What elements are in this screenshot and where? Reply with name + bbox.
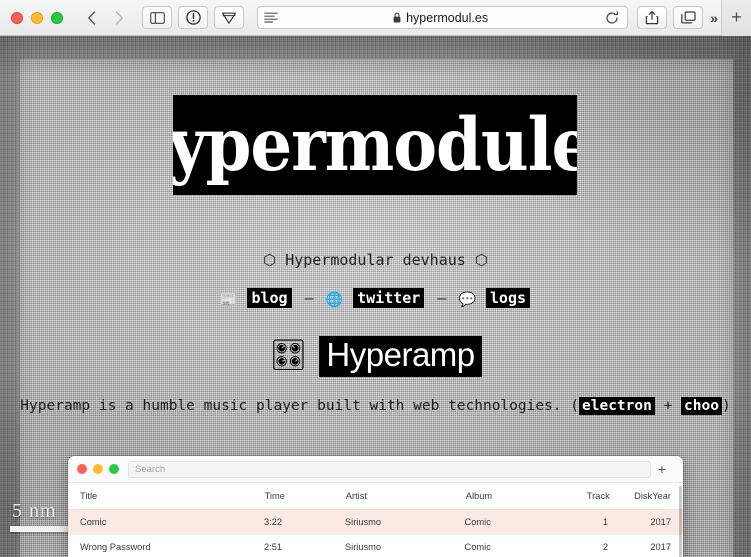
site-content: hypermodules ⬡ Hypermodular devhaus ⬡ 📰 … (0, 36, 751, 557)
cell-title: Wrong Password (80, 542, 151, 552)
nav-link-twitter[interactable]: twitter (353, 288, 425, 308)
hyperamp-search-input[interactable]: Search (128, 460, 651, 478)
lock-icon (393, 12, 401, 23)
cell-year: 2017 (650, 542, 671, 552)
description-text-before: Hyperamp is a humble music player built … (20, 398, 579, 414)
column-header-year[interactable]: Year (652, 491, 671, 501)
reload-icon (606, 10, 619, 24)
back-button[interactable] (77, 6, 105, 29)
hexagon-icon-right: ⬡ (474, 251, 488, 269)
control-knobs-icon: 🎛 (269, 339, 308, 373)
cell-time: 2:51 (263, 542, 283, 552)
project-description: Hyperamp is a humble music player built … (0, 397, 751, 415)
cell-time: 3:22 (263, 517, 283, 527)
table-row[interactable]: Comic 3:22 Siriusmo Comic 1 2017 (68, 509, 683, 534)
share-button[interactable] (637, 6, 668, 29)
toolbar-left-group (139, 6, 247, 29)
column-header-time[interactable]: Time (265, 491, 346, 501)
zoom-window-button[interactable] (51, 11, 63, 24)
hyperamp-zoom-button[interactable] (109, 464, 119, 474)
new-tab-button[interactable]: + (721, 0, 751, 36)
url-display[interactable]: hypermodul.es (284, 11, 597, 25)
cell-title: Comic (80, 517, 107, 527)
site-nav-links: 📰 blog – 🌐 twitter – 💬 logs (0, 288, 751, 308)
page-viewport: 5 nm hypermodules ⬡ Hypermodular devhaus… (0, 36, 751, 557)
nav-link-blog[interactable]: blog (247, 288, 292, 308)
cell-year: 2017 (650, 517, 671, 527)
hyperamp-column-headers: Title Time Artist Album Track Disk Year (68, 483, 683, 509)
tech-chip-electron[interactable]: electron (579, 397, 655, 415)
more-toolbar-items-button[interactable]: » (706, 10, 721, 26)
column-header-disk[interactable]: Disk (610, 491, 652, 501)
column-header-album[interactable]: Album (466, 491, 568, 501)
hyperamp-scrollbar[interactable] (679, 486, 682, 557)
cell-track: 2 (602, 542, 608, 552)
column-header-title[interactable]: Title (80, 491, 265, 501)
description-text-after: ) (721, 398, 731, 414)
shield-button[interactable] (214, 6, 244, 29)
table-row[interactable]: Wrong Password 2:51 Siriusmo Comic 2 201… (68, 534, 683, 557)
window-controls (11, 11, 63, 24)
close-window-button[interactable] (11, 11, 23, 24)
sidebar-toggle-button[interactable] (142, 6, 172, 29)
globe-icon: 🌐 (325, 292, 344, 308)
reader-view-icon (264, 12, 278, 23)
shield-icon (222, 12, 236, 24)
site-tagline: ⬡ Hypermodular devhaus ⬡ (0, 251, 751, 269)
share-icon (646, 10, 659, 25)
column-header-artist[interactable]: Artist (346, 491, 466, 501)
site-logo-text: hypermodules (173, 101, 577, 188)
privacy-report-icon (185, 10, 201, 25)
cell-album: Comic (464, 542, 491, 552)
minimize-window-button[interactable] (31, 11, 43, 24)
nav-separator-1: – (304, 289, 314, 307)
hexagon-icon-left: ⬡ (263, 251, 277, 269)
toolbar-right-group: » + (634, 0, 751, 36)
address-bar[interactable]: hypermodul.es (257, 6, 629, 29)
tab-overview-button[interactable] (673, 6, 704, 29)
sidebar-icon (149, 11, 165, 24)
tab-overview-icon (680, 10, 696, 23)
nav-separator-2: – (437, 289, 447, 307)
tech-chip-choo[interactable]: choo (681, 397, 722, 415)
hyperamp-search-placeholder: Search (135, 463, 166, 475)
description-plus: + (654, 398, 682, 414)
url-text: hypermodul.es (406, 10, 489, 25)
browser-toolbar: hypermodul.es » + (0, 0, 751, 36)
chevron-left-icon (87, 10, 95, 25)
hyperamp-window-controls (77, 464, 119, 474)
chevron-right-icon (115, 10, 123, 25)
navigation-buttons (77, 6, 133, 29)
hyperamp-app-screenshot: Search + Title Time Artist Album Track D… (68, 456, 683, 557)
project-heading: 🎛 Hyperamp (0, 336, 751, 377)
cell-artist: Siriusmo (344, 542, 382, 552)
hyperamp-close-button[interactable] (77, 464, 87, 474)
forward-button[interactable] (105, 6, 133, 29)
hyperamp-add-button[interactable]: + (651, 461, 673, 477)
speech-balloon-icon: 💬 (458, 292, 476, 308)
cell-artist: Siriusmo (344, 517, 382, 527)
privacy-report-button[interactable] (178, 6, 208, 29)
cell-track: 1 (602, 517, 608, 527)
hyperamp-titlebar: Search + (68, 456, 683, 483)
reader-view-button[interactable] (258, 12, 284, 23)
tagline-text: Hypermodular devhaus (285, 251, 466, 269)
cell-album: Comic (464, 517, 491, 527)
column-header-track[interactable]: Track (567, 491, 610, 501)
site-logo-banner: hypermodules (173, 95, 577, 195)
nav-link-logs[interactable]: logs (485, 288, 531, 308)
reload-button[interactable] (597, 10, 627, 25)
project-title: Hyperamp (319, 336, 482, 377)
newspaper-icon: 📰 (219, 292, 238, 308)
hyperamp-minimize-button[interactable] (93, 464, 103, 474)
